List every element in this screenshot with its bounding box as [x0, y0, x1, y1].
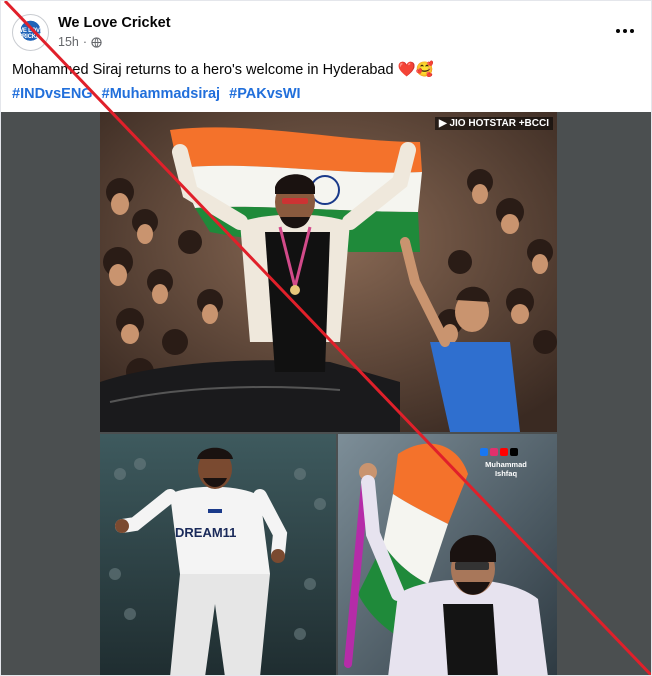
facebook-post: WE LOVE CRICKET We Love Cricket 15h · Mo…	[0, 0, 652, 676]
post-caption: Mohammed Siraj returns to a hero's welco…	[12, 62, 434, 78]
photo-crowd-welcome[interactable]: ▶ JIO HOTSTAR +BCCI	[100, 112, 557, 432]
crowd-scene-illustration	[100, 112, 557, 432]
cricket-celebration-illustration: DREAM11	[100, 434, 336, 675]
social-icons	[480, 448, 518, 456]
post-header: WE LOVE CRICKET We Love Cricket 15h ·	[1, 1, 651, 59]
globe-icon	[91, 36, 102, 48]
jersey-sponsor-text: DREAM11	[175, 525, 236, 540]
hashtag-indvseng[interactable]: #INDvsENG	[12, 86, 93, 102]
creator-watermark-line2: Ishfaq	[494, 469, 518, 478]
creator-watermark: Muhammad Ishfaq	[476, 460, 536, 478]
post-meta: 15h ·	[58, 35, 102, 49]
photo-siraj-celebration[interactable]: DREAM11	[100, 434, 336, 675]
hashtag-muhammadsiraj[interactable]: #Muhammadsiraj	[102, 86, 220, 102]
creator-watermark-line1: Muhammad	[485, 460, 527, 469]
hotstar-watermark: ▶ JIO HOTSTAR +BCCI	[434, 117, 553, 130]
more-options-icon	[616, 29, 620, 33]
hashtag-pakvswi[interactable]: #PAKvsWI	[229, 86, 300, 102]
post-timestamp[interactable]: 15h	[58, 35, 79, 49]
page-avatar[interactable]: WE LOVE CRICKET	[12, 14, 49, 51]
avatar-logo-text: WE LOVE CRICKET	[17, 28, 44, 40]
hashtag-row: #INDvsENG #Muhammadsiraj #PAKvsWI	[12, 86, 306, 102]
page-name-link[interactable]: We Love Cricket	[58, 15, 171, 31]
photo-flag-waving[interactable]: Muhammad Ishfaq	[338, 434, 557, 675]
instagram-icon	[490, 448, 498, 456]
youtube-icon	[500, 448, 508, 456]
more-options-button[interactable]	[613, 21, 637, 41]
post-media[interactable]: ▶ JIO HOTSTAR +BCCI DREAM11 Muhammad Ish…	[1, 112, 651, 675]
tiktok-icon	[510, 448, 518, 456]
facebook-icon	[480, 448, 488, 456]
